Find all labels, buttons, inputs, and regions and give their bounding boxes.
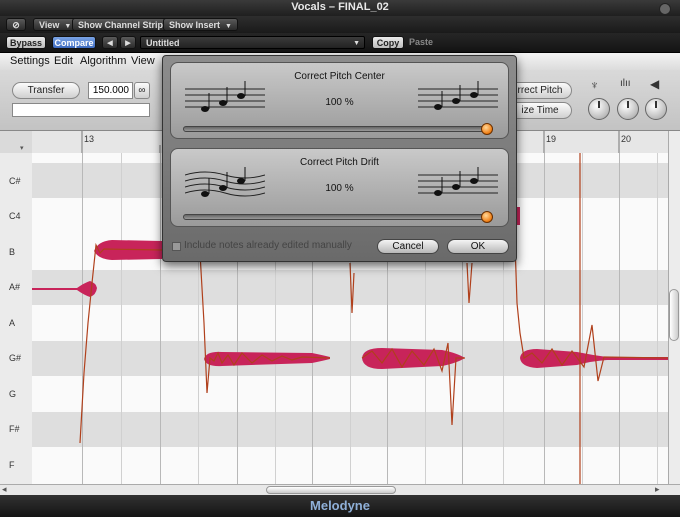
scroll-right-icon[interactable]: ▸ (655, 484, 660, 495)
show-channel-strip-label: Show Channel Strip (78, 20, 164, 30)
pitch-knob[interactable] (588, 98, 610, 120)
note-label: G# (9, 353, 22, 363)
chevron-down-icon: ▼ (64, 23, 72, 30)
chevron-down-icon: ▾ (20, 145, 24, 152)
note-label: C# (9, 176, 21, 186)
preset-selector[interactable]: Untitled ▼ (140, 36, 365, 49)
link-icon: ⊘ (12, 20, 20, 30)
pitch-drift-panel: Correct Pitch Drift 100 % (170, 148, 509, 227)
correct-pitch-button[interactable]: rrect Pitch (508, 82, 572, 99)
view-menu-button[interactable]: View ▼ (33, 18, 78, 31)
pitch-drift-slider[interactable] (183, 214, 493, 220)
include-manual-label: Include notes already edited manually (184, 240, 352, 251)
vertical-scroll-thumb[interactable] (669, 289, 679, 341)
note-label: A (9, 318, 16, 328)
window-title: Vocals – FINAL_02 (291, 1, 389, 13)
plugin-footer: Melodyne (0, 495, 680, 517)
transfer-button[interactable]: Transfer (12, 82, 80, 99)
ok-button[interactable]: OK (447, 239, 509, 254)
note-blob-g-1 (204, 351, 330, 367)
chevron-down-icon: ▼ (225, 23, 232, 30)
note-label: C4 (9, 211, 21, 221)
menu-algorithm[interactable]: Algorithm (80, 55, 126, 67)
pitch-curve (349, 262, 355, 314)
pitch-curve (79, 242, 163, 444)
chain-link-icon: ∞ (138, 85, 146, 96)
note-label: F# (9, 424, 20, 434)
pitch-curve (199, 252, 331, 394)
tempo-link-button[interactable]: ∞ (134, 82, 150, 99)
chevron-down-icon: ▼ (353, 40, 360, 47)
plugin-preset-row: Bypass Compare ◀ ▶ Untitled ▼ Copy Paste (0, 33, 680, 53)
show-insert-button[interactable]: Show Insert ▼ (163, 18, 238, 31)
amplitude-knob[interactable] (645, 98, 667, 120)
paste-button[interactable]: Paste (409, 37, 433, 47)
brand-name: Melodyne (310, 498, 370, 513)
window-zoom-button[interactable] (659, 3, 671, 15)
pitch-center-panel: Correct Pitch Center 100 % (170, 62, 509, 139)
pitch-curve (466, 262, 473, 304)
tuning-fork-icon: ♆ (590, 78, 599, 92)
copy-button[interactable]: Copy (372, 36, 404, 49)
cancel-button[interactable]: Cancel (377, 239, 439, 254)
menu-view[interactable]: View (131, 55, 155, 67)
previous-preset-button[interactable]: ◀ (102, 36, 118, 49)
plugin-header-row: ⊘ View ▼ Show Channel Strip ▼ Show Insert ▼ (0, 16, 680, 33)
volume-icon: ◀ (650, 77, 660, 91)
note-label: G (9, 389, 17, 399)
tempo-field[interactable]: 150.000 (88, 82, 133, 99)
formant-icon: ılıı (620, 78, 631, 89)
compare-button[interactable]: Compare (52, 36, 96, 49)
show-insert-label: Show Insert (169, 20, 221, 30)
link-button[interactable]: ⊘ (6, 18, 26, 31)
window-title-bar: Vocals – FINAL_02 (0, 0, 680, 16)
note-label: B (9, 247, 16, 257)
formant-knob[interactable] (617, 98, 639, 120)
pitch-center-slider[interactable] (183, 126, 493, 132)
pitch-drift-slider-handle[interactable] (481, 211, 493, 223)
note-blob-asharp (32, 281, 97, 297)
include-manual-checkbox[interactable] (172, 242, 181, 251)
horizontal-scroll-thumb[interactable] (266, 486, 396, 494)
note-label: A# (9, 282, 21, 292)
pitch-drift-after-icon (418, 167, 498, 196)
menu-settings[interactable]: Settings (10, 55, 50, 67)
quantize-time-button[interactable]: ize Time (508, 102, 572, 119)
next-preset-button[interactable]: ▶ (120, 36, 136, 49)
scroll-left-icon[interactable]: ◂ (2, 484, 7, 495)
note-label: F (9, 460, 15, 470)
view-menu-label: View (39, 20, 60, 30)
note-blob-g-3 (520, 349, 668, 368)
menu-edit[interactable]: Edit (54, 55, 73, 67)
pitch-drift-before-icon (185, 167, 265, 197)
bypass-button[interactable]: Bypass (6, 36, 46, 49)
ruler-corner: ▾ (0, 131, 33, 154)
pitch-center-after-icon (418, 81, 498, 110)
pitch-ruler: C# C4 B A# A G# G F# F (0, 153, 33, 484)
correct-pitch-dialog: Correct Pitch Center 100 % Correct Pitch… (162, 55, 517, 262)
info-field (12, 103, 150, 117)
preset-name: Untitled (146, 38, 180, 48)
pitch-center-before-icon (185, 81, 265, 112)
pitch-center-slider-handle[interactable] (481, 123, 493, 135)
